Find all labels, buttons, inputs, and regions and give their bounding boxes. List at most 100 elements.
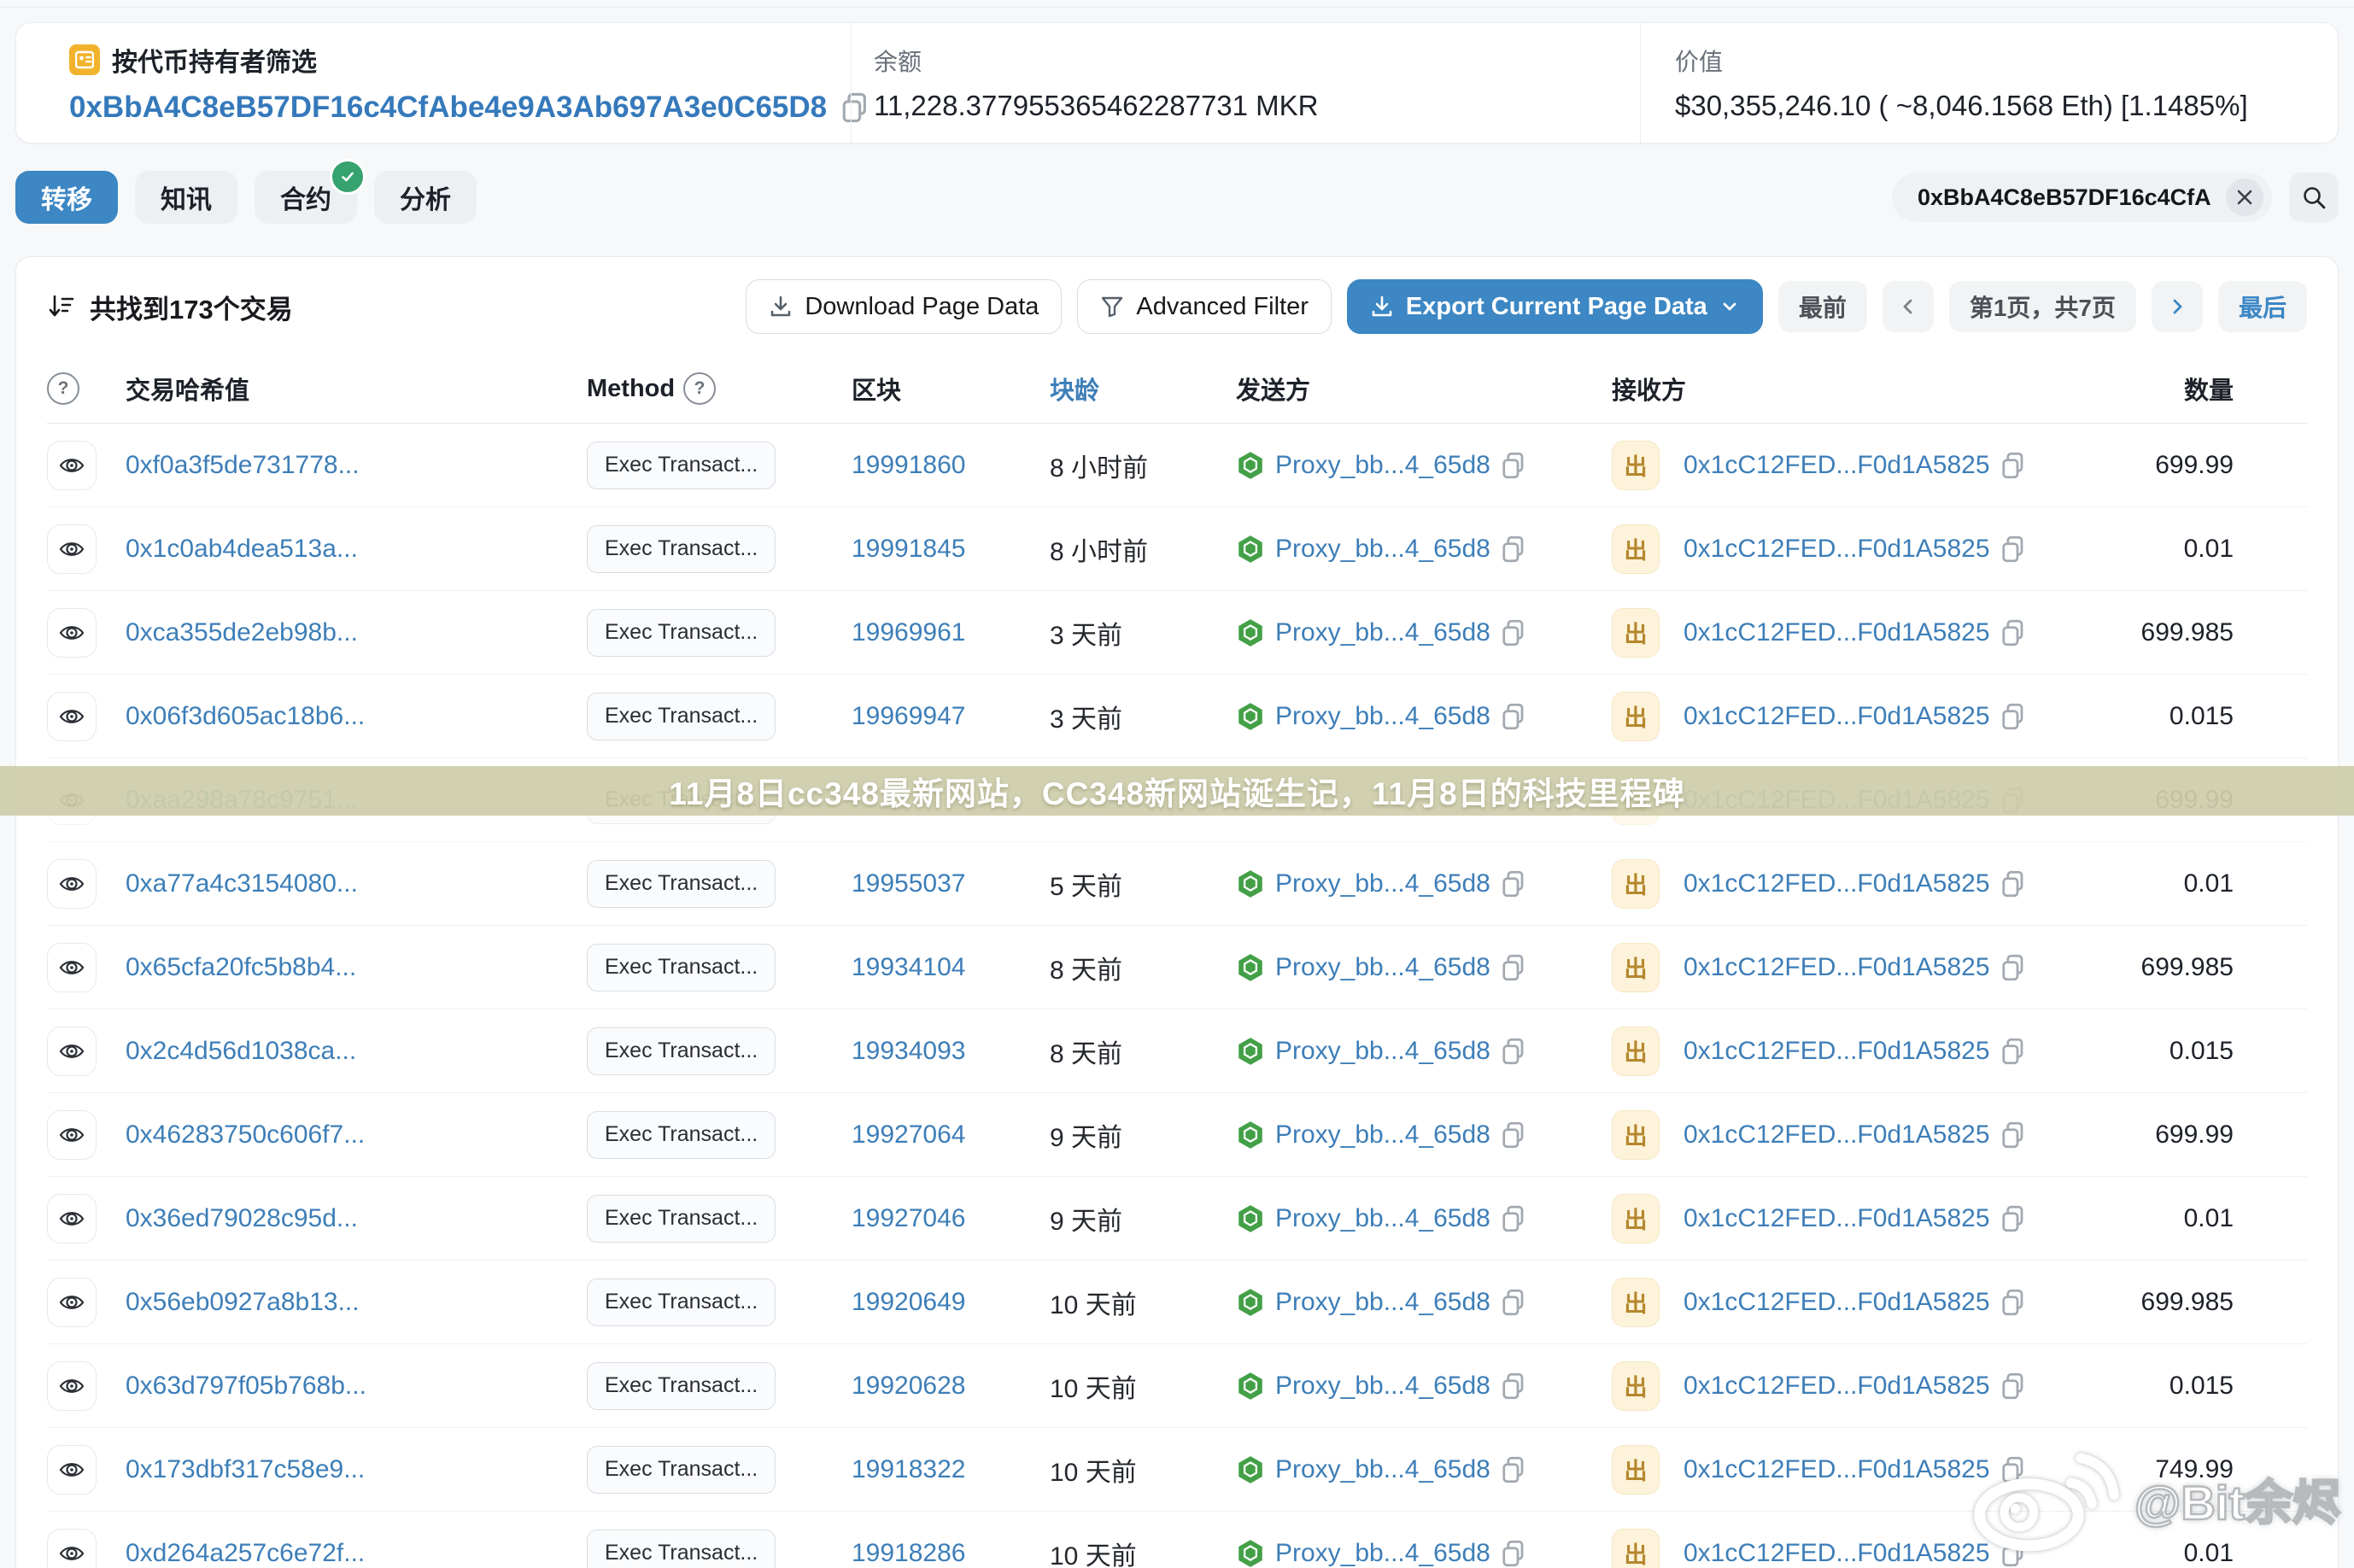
- copy-icon[interactable]: [1501, 1455, 1526, 1484]
- method-pill[interactable]: Exec Transact...: [587, 860, 776, 908]
- from-address-link[interactable]: Proxy_bb...4_65d8: [1275, 1372, 1490, 1401]
- method-pill[interactable]: Exec Transact...: [587, 442, 776, 489]
- copy-icon[interactable]: [1501, 451, 1526, 480]
- tx-hash-link[interactable]: 0x36ed79028c95d...: [126, 1204, 358, 1232]
- block-link[interactable]: 19991845: [852, 535, 965, 563]
- tab-转移[interactable]: 转移: [15, 171, 118, 224]
- copy-icon[interactable]: [2000, 1372, 2026, 1401]
- copy-icon[interactable]: [2000, 702, 2026, 731]
- copy-icon[interactable]: [1501, 953, 1526, 982]
- copy-icon[interactable]: [2000, 618, 2026, 647]
- sort-descending-icon[interactable]: [47, 292, 76, 321]
- tx-hash-link[interactable]: 0xf0a3f5de731778...: [126, 451, 360, 479]
- method-pill[interactable]: Exec Transact...: [587, 1278, 776, 1326]
- to-address-link[interactable]: 0x1cC12FED...F0d1A5825: [1684, 1455, 1990, 1484]
- tx-hash-link[interactable]: 0x46283750c606f7...: [126, 1120, 365, 1149]
- copy-icon[interactable]: [1501, 618, 1526, 647]
- to-address-link[interactable]: 0x1cC12FED...F0d1A5825: [1684, 535, 1990, 564]
- copy-icon[interactable]: [1501, 1037, 1526, 1066]
- from-address-link[interactable]: Proxy_bb...4_65d8: [1275, 953, 1490, 982]
- next-page-button[interactable]: [2152, 281, 2203, 332]
- copy-icon[interactable]: [1501, 535, 1526, 564]
- block-link[interactable]: 19934104: [852, 953, 965, 981]
- copy-icon[interactable]: [2000, 1120, 2026, 1150]
- tx-hash-link[interactable]: 0x2c4d56d1038ca...: [126, 1037, 356, 1065]
- view-transaction-button[interactable]: [47, 1027, 97, 1076]
- from-address-link[interactable]: Proxy_bb...4_65d8: [1275, 1455, 1490, 1484]
- copy-icon[interactable]: [1501, 1204, 1526, 1233]
- view-transaction-button[interactable]: [47, 943, 97, 992]
- copy-icon[interactable]: [1501, 869, 1526, 898]
- block-link[interactable]: 19969961: [852, 618, 965, 647]
- tx-hash-link[interactable]: 0x173dbf317c58e9...: [126, 1455, 365, 1483]
- view-transaction-button[interactable]: [47, 1110, 97, 1160]
- from-address-link[interactable]: Proxy_bb...4_65d8: [1275, 702, 1490, 731]
- method-pill[interactable]: Exec Transact...: [587, 1111, 776, 1159]
- to-address-link[interactable]: 0x1cC12FED...F0d1A5825: [1684, 1037, 1990, 1066]
- search-button[interactable]: [2289, 173, 2339, 222]
- block-link[interactable]: 19918322: [852, 1455, 965, 1483]
- from-address-link[interactable]: Proxy_bb...4_65d8: [1275, 1037, 1490, 1066]
- copy-icon[interactable]: [2000, 869, 2026, 898]
- copy-icon[interactable]: [2000, 953, 2026, 982]
- method-pill[interactable]: Exec Transact...: [587, 1530, 776, 1568]
- tx-hash-link[interactable]: 0x63d797f05b768b...: [126, 1372, 366, 1400]
- from-address-link[interactable]: Proxy_bb...4_65d8: [1275, 618, 1490, 647]
- copy-icon[interactable]: [2000, 451, 2026, 480]
- col-header-age[interactable]: 块龄: [1050, 371, 1236, 407]
- to-address-link[interactable]: 0x1cC12FED...F0d1A5825: [1684, 1120, 1990, 1150]
- block-link[interactable]: 19934093: [852, 1037, 965, 1065]
- method-pill[interactable]: Exec Transact...: [587, 525, 776, 573]
- tx-hash-link[interactable]: 0xd264a257c6e72f...: [126, 1539, 365, 1567]
- from-address-link[interactable]: Proxy_bb...4_65d8: [1275, 1539, 1490, 1568]
- tab-分析[interactable]: 分析: [374, 171, 477, 224]
- view-transaction-button[interactable]: [47, 692, 97, 741]
- from-address-link[interactable]: Proxy_bb...4_65d8: [1275, 869, 1490, 898]
- to-address-link[interactable]: 0x1cC12FED...F0d1A5825: [1684, 869, 1990, 898]
- method-pill[interactable]: Exec Transact...: [587, 1446, 776, 1494]
- block-link[interactable]: 19927064: [852, 1120, 965, 1149]
- to-address-link[interactable]: 0x1cC12FED...F0d1A5825: [1684, 702, 1990, 731]
- block-link[interactable]: 19969947: [852, 702, 965, 730]
- from-address-link[interactable]: Proxy_bb...4_65d8: [1275, 1120, 1490, 1150]
- tab-合约[interactable]: 合约: [255, 171, 357, 224]
- to-address-link[interactable]: 0x1cC12FED...F0d1A5825: [1684, 451, 1990, 480]
- method-pill[interactable]: Exec Transact...: [587, 1195, 776, 1243]
- view-transaction-button[interactable]: [47, 441, 97, 490]
- clear-filter-button[interactable]: [2226, 178, 2263, 216]
- view-transaction-button[interactable]: [47, 1194, 97, 1243]
- copy-icon[interactable]: [1501, 1120, 1526, 1150]
- block-link[interactable]: 19991860: [852, 451, 965, 479]
- from-address-link[interactable]: Proxy_bb...4_65d8: [1275, 535, 1490, 564]
- from-address-link[interactable]: Proxy_bb...4_65d8: [1275, 1288, 1490, 1317]
- method-pill[interactable]: Exec Transact...: [587, 609, 776, 657]
- to-address-link[interactable]: 0x1cC12FED...F0d1A5825: [1684, 1288, 1990, 1317]
- from-address-link[interactable]: Proxy_bb...4_65d8: [1275, 1204, 1490, 1233]
- to-address-link[interactable]: 0x1cC12FED...F0d1A5825: [1684, 1204, 1990, 1233]
- address-filter-input[interactable]: [1916, 184, 2214, 212]
- method-pill[interactable]: Exec Transact...: [587, 1362, 776, 1410]
- tx-hash-link[interactable]: 0x56eb0927a8b13...: [126, 1288, 360, 1316]
- copy-icon[interactable]: [2000, 1037, 2026, 1066]
- block-link[interactable]: 19955037: [852, 869, 965, 898]
- holder-address-link[interactable]: 0xBbA4C8eB57DF16c4CfAbe4e9A3Ab697A3e0C65…: [69, 91, 827, 125]
- method-pill[interactable]: Exec Transact...: [587, 693, 776, 740]
- block-link[interactable]: 19920628: [852, 1372, 965, 1400]
- copy-icon[interactable]: [2000, 1204, 2026, 1233]
- view-transaction-button[interactable]: [47, 1361, 97, 1411]
- copy-icon[interactable]: [2000, 1288, 2026, 1317]
- tx-hash-link[interactable]: 0x65cfa20fc5b8b4...: [126, 953, 356, 981]
- view-transaction-button[interactable]: [47, 859, 97, 909]
- method-pill[interactable]: Exec Transact...: [587, 1027, 776, 1075]
- block-link[interactable]: 19920649: [852, 1288, 965, 1316]
- to-address-link[interactable]: 0x1cC12FED...F0d1A5825: [1684, 953, 1990, 982]
- from-address-link[interactable]: Proxy_bb...4_65d8: [1275, 451, 1490, 480]
- to-address-link[interactable]: 0x1cC12FED...F0d1A5825: [1684, 618, 1990, 647]
- copy-icon[interactable]: [1501, 1372, 1526, 1401]
- method-help-icon[interactable]: ?: [683, 372, 716, 405]
- block-link[interactable]: 19927046: [852, 1204, 965, 1232]
- first-page-button[interactable]: 最前: [1778, 281, 1867, 332]
- export-page-data-button[interactable]: Export Current Page Data: [1347, 279, 1763, 334]
- copy-icon[interactable]: [2000, 535, 2026, 564]
- tx-hash-link[interactable]: 0x1c0ab4dea513a...: [126, 535, 358, 563]
